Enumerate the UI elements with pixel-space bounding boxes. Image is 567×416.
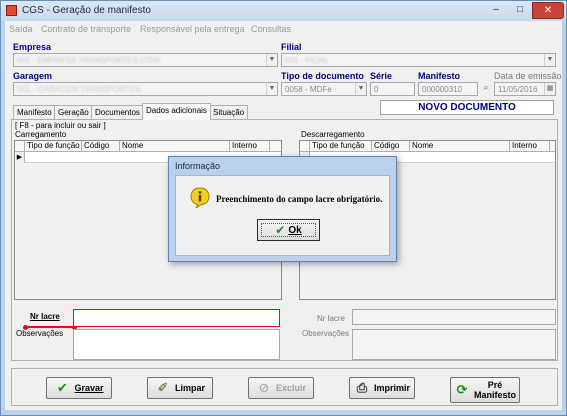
observacoes-label: Observações (16, 329, 64, 338)
dialog-title: Informação (175, 161, 221, 171)
col-codigo[interactable]: Código (82, 141, 120, 152)
delete-icon: ⊘ (258, 380, 270, 395)
main-window: CGS - Geração de manifesto – □ ✕ Saída C… (0, 0, 567, 416)
maximize-button[interactable]: □ (508, 2, 532, 19)
garagem-value: 001 - GARAGEM TRANSPORTES (17, 85, 141, 94)
limpar-button[interactable]: ✐ Limpar (147, 377, 213, 399)
grid-header-indicator (300, 141, 310, 152)
empresa-label: Empresa (13, 42, 52, 52)
menu-consultas[interactable]: Consultas (251, 24, 291, 34)
tab-documentos[interactable]: Documentos (91, 105, 144, 119)
menu-saida[interactable]: Saída (9, 24, 33, 34)
serie-field[interactable]: 0 (370, 82, 415, 96)
grid-header-indicator (15, 141, 25, 152)
excluir-label: Excluir (275, 383, 306, 393)
window-title: CGS - Geração de manifesto (22, 5, 151, 16)
menu-contrato-transporte[interactable]: Contrato de transporte (41, 24, 131, 34)
gravar-button[interactable]: ✔ Gravar (46, 377, 112, 399)
chevron-down-icon[interactable]: ▼ (266, 83, 277, 95)
tipo-documento-value: 0058 - MDFe (285, 85, 332, 94)
observacoes-input[interactable] (73, 329, 280, 360)
tipo-documento-label: Tipo de documento (281, 71, 364, 81)
dialog-body: Preenchimento do campo lacre obrigatório… (175, 175, 390, 256)
chevron-down-icon[interactable]: ▼ (355, 83, 366, 95)
refresh-icon: ⟳ (456, 382, 468, 397)
manifesto-field[interactable]: 000000310 (418, 82, 478, 96)
data-emissao-field[interactable]: 11/05/2016 ▦ (494, 82, 556, 96)
pre-manifesto-button[interactable]: ⟳ Pré Manifesto (450, 377, 520, 403)
tab-geracao[interactable]: Geração (54, 105, 93, 119)
pre-manifesto-label-1: Pré (487, 380, 503, 390)
printer-icon: ⎙ (356, 380, 368, 395)
nr-lacre-input-descarregamento[interactable] (352, 309, 556, 325)
info-icon (190, 187, 210, 209)
tab-manifesto[interactable]: Manifesto (13, 105, 56, 119)
chevron-down-icon[interactable]: ▼ (266, 54, 277, 66)
garagem-combo[interactable]: 001 - GARAGEM TRANSPORTES ▼ (13, 82, 278, 96)
col-interno[interactable]: Interno (510, 141, 550, 152)
empresa-combo[interactable]: 001 - EMPRESA TRANSPORTES LTDA ▼ (13, 53, 278, 67)
tab-dados-adicionais[interactable]: Dados adicionais (142, 103, 211, 120)
row-pointer-icon: ▶ (15, 152, 25, 163)
filial-combo[interactable]: 001 - FILIAL ▼ (281, 53, 556, 67)
garagem-label: Garagem (13, 71, 53, 81)
observacoes-input-descarregamento[interactable] (352, 329, 556, 360)
menu-responsavel-entrega[interactable]: Responsável pela entrega (140, 24, 245, 34)
manifesto-value: 000000310 (422, 85, 463, 94)
observacoes-label-descarregamento: Observações (302, 329, 350, 338)
col-interno[interactable]: Interno (230, 141, 270, 152)
check-icon: ✔ (57, 380, 68, 395)
grid-header: Tipo de função Código Nome Interno (300, 141, 555, 152)
imprimir-label: Imprimir (373, 383, 410, 393)
col-tipo-funcao[interactable]: Tipo de função (25, 141, 82, 152)
focus-rect (261, 223, 316, 237)
menu-bar: Saída Contrato de transporte Responsável… (5, 21, 562, 37)
calendar-icon[interactable]: ▦ (544, 83, 555, 95)
serie-value: 0 (374, 85, 379, 94)
close-button[interactable]: ✕ (532, 2, 564, 19)
nr-lacre-label-descarregamento: Nr lacre (317, 314, 346, 323)
data-emissao-value: 11/05/2016 (498, 85, 538, 94)
status-indicator: NOVO DOCUMENTO (380, 100, 554, 115)
shortcut-hint: [ F8 - para incluir ou sair ] (15, 121, 106, 130)
dialog-message: Preenchimento do campo lacre obrigatório… (216, 194, 383, 204)
minimize-button[interactable]: – (484, 2, 508, 19)
col-tipo-funcao[interactable]: Tipo de função (310, 141, 372, 152)
tipo-documento-combo[interactable]: 0058 - MDFe ▼ (281, 82, 367, 96)
gravar-label: Gravar (74, 383, 104, 393)
filial-value: 001 - FILIAL (285, 56, 330, 65)
imprimir-button[interactable]: ⎙ Imprimir (349, 377, 415, 399)
empresa-value: 001 - EMPRESA TRANSPORTES LTDA (17, 56, 161, 65)
col-nome[interactable]: Nome (410, 141, 510, 152)
info-dialog: Informação Preenchimento do campo lacre … (168, 156, 397, 262)
limpar-label: Limpar (174, 383, 205, 393)
ok-button[interactable]: ✔ Ok (257, 219, 320, 241)
manifesto-label: Manifesto (418, 71, 461, 81)
chevron-down-icon[interactable]: ▼ (544, 54, 555, 66)
col-nome[interactable]: Nome (120, 141, 230, 152)
carregamento-label: Carregamento (15, 130, 67, 139)
filial-label: Filial (281, 42, 302, 52)
tab-situacao[interactable]: Situação (209, 105, 249, 119)
excluir-button[interactable]: ⊘ Excluir (248, 377, 314, 399)
nr-lacre-label: Nr lacre (30, 312, 60, 321)
data-emissao-label: Data de emissão (494, 71, 562, 81)
pre-manifesto-label-2: Manifesto (473, 390, 516, 400)
nr-lacre-input[interactable] (73, 309, 280, 327)
col-codigo[interactable]: Código (372, 141, 410, 152)
serie-label: Série (370, 71, 393, 81)
descarregamento-label: Descarregamento (301, 130, 365, 139)
binoculars-icon[interactable]: ⌕ (480, 82, 492, 96)
title-bar: CGS - Geração de manifesto – □ ✕ (1, 1, 566, 21)
broom-icon: ✐ (157, 380, 169, 395)
grid-header: Tipo de função Código Nome Interno (15, 141, 281, 152)
app-icon (6, 5, 17, 16)
